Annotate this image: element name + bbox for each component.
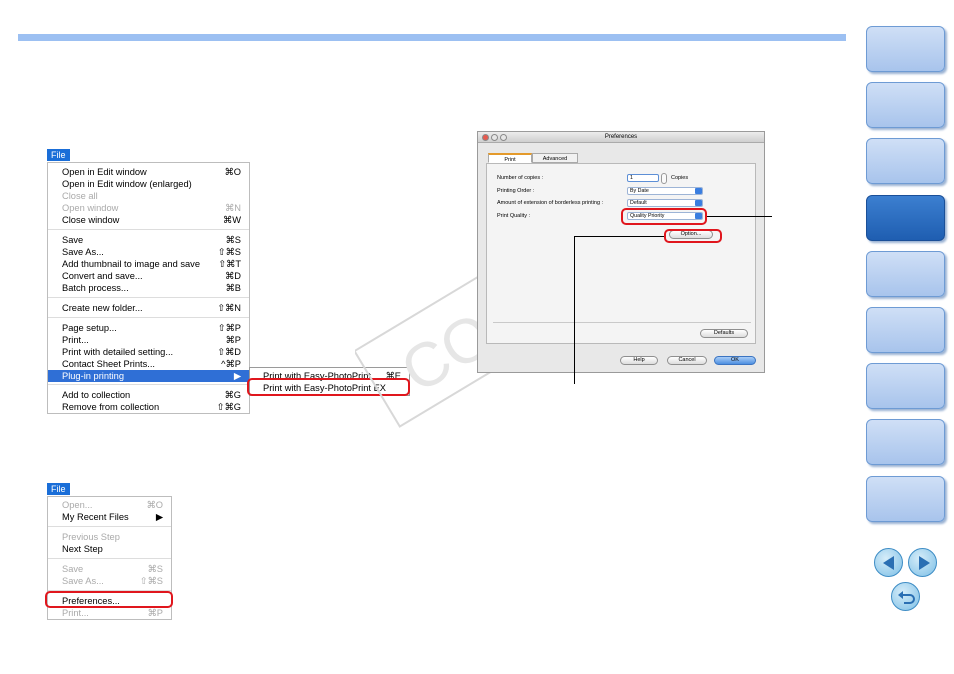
back-arrow-icon[interactable]: [874, 548, 903, 577]
highlight-callout: [621, 208, 707, 225]
side-tab-4[interactable]: [866, 194, 945, 241]
minimize-icon[interactable]: [491, 134, 498, 141]
dialog-titlebar: Preferences: [478, 132, 764, 143]
copies-unit: Copies: [671, 175, 689, 181]
side-tab-3[interactable]: [866, 138, 945, 185]
menu-item[interactable]: Save ⌘S: [48, 234, 249, 246]
highlight-callout: [45, 591, 173, 608]
menu-item[interactable]: Create new folder... ⇧⌘N: [48, 302, 249, 314]
menu-item[interactable]: Save As... ⇧⌘S: [48, 246, 249, 258]
zoom-icon[interactable]: [500, 134, 507, 141]
menu-item[interactable]: Next Step: [48, 543, 171, 555]
menu-item[interactable]: Batch process... ⌘B: [48, 282, 249, 294]
menu-item: Open window ⌘N: [62, 203, 241, 213]
menu-item[interactable]: Plug-in printing ▶: [48, 370, 249, 382]
menu-item: Close all: [62, 191, 98, 201]
side-tab-1[interactable]: [866, 26, 945, 72]
leader-line: [574, 236, 575, 384]
menu-item[interactable]: Open in Edit window (enlarged): [48, 178, 249, 190]
help-button[interactable]: Help: [620, 356, 658, 365]
dialog-title: Preferences: [604, 134, 638, 140]
tab-advanced[interactable]: Advanced: [532, 153, 578, 163]
chevron-down-icon: [695, 200, 702, 206]
return-icon[interactable]: [891, 582, 920, 611]
menu-item[interactable]: Convert and save... ⌘D: [48, 270, 249, 282]
side-tab-7[interactable]: [866, 363, 945, 410]
leader-line: [574, 236, 664, 237]
file-menu: Open in Edit window ⌘O Open in Edit window…: [47, 162, 250, 414]
border-label: Amount of extension of borderless printi…: [497, 200, 604, 206]
menu-separator: [48, 297, 249, 298]
copies-input[interactable]: 1: [627, 174, 659, 182]
menu-item[interactable]: Add thumbnail to image and save ⇧⌘T: [48, 258, 249, 270]
menu-separator: [48, 558, 171, 559]
file-menu-title[interactable]: File: [47, 483, 70, 495]
quality-label: Print Quality :: [497, 213, 531, 219]
menu-item: Open... ⌘O: [62, 500, 163, 510]
order-select[interactable]: By Date: [627, 187, 703, 195]
menu-item[interactable]: Open in Edit window ⌘O: [48, 166, 249, 178]
divider: [493, 322, 751, 323]
cancel-button[interactable]: Cancel: [667, 356, 707, 365]
highlight-callout: [664, 229, 722, 243]
menu-item: Previous Step: [62, 532, 120, 542]
menu-item[interactable]: Remove from collection ⇧⌘G: [48, 401, 249, 413]
close-icon[interactable]: [482, 134, 489, 141]
leader-line: [707, 216, 772, 217]
side-tab-5[interactable]: [866, 250, 945, 297]
menu-item[interactable]: Print with detailed setting... ⇧⌘D: [48, 346, 249, 358]
menu-separator: [48, 384, 249, 385]
menu-item: Save As... ⇧⌘S: [62, 576, 163, 586]
menu-separator: [48, 229, 249, 230]
menu-separator: [48, 317, 249, 318]
file-menu-title[interactable]: File: [47, 149, 70, 161]
menu-item[interactable]: Add to collection ⌘G: [48, 389, 249, 401]
border-select[interactable]: Default: [627, 199, 703, 207]
order-label: Printing Order :: [497, 188, 535, 194]
print-tab-pane: Number of copies : 1 Copies Printing Ord…: [486, 163, 756, 344]
preferences-dialog: Preferences Number of copies : 1 Copies …: [477, 131, 765, 373]
side-tab-6[interactable]: [866, 307, 945, 353]
menu-item[interactable]: My Recent Files ▶: [48, 511, 171, 523]
defaults-button[interactable]: Defaults: [700, 329, 748, 338]
forward-arrow-icon[interactable]: [908, 548, 937, 577]
tab-print[interactable]: Print: [488, 153, 532, 163]
menu-separator: [48, 526, 171, 527]
copies-stepper[interactable]: [661, 173, 667, 184]
chevron-down-icon: [695, 188, 702, 194]
side-tab-2[interactable]: [866, 82, 945, 129]
copies-label: Number of copies :: [497, 175, 544, 181]
side-tab-9[interactable]: [866, 475, 945, 522]
header-accent-bar: [18, 34, 846, 41]
menu-item[interactable]: Close window ⌘W: [48, 214, 249, 226]
menu-item[interactable]: Page setup... ⇧⌘P: [48, 322, 249, 334]
ok-button[interactable]: OK: [714, 356, 756, 365]
menu-item[interactable]: Print... ⌘P: [48, 334, 249, 346]
menu-item: Print... ⌘P: [62, 608, 163, 618]
side-tab-8[interactable]: [866, 419, 945, 466]
menu-item[interactable]: Contact Sheet Prints... ^⌘P: [48, 358, 249, 370]
menu-item: Save ⌘S: [62, 564, 163, 574]
